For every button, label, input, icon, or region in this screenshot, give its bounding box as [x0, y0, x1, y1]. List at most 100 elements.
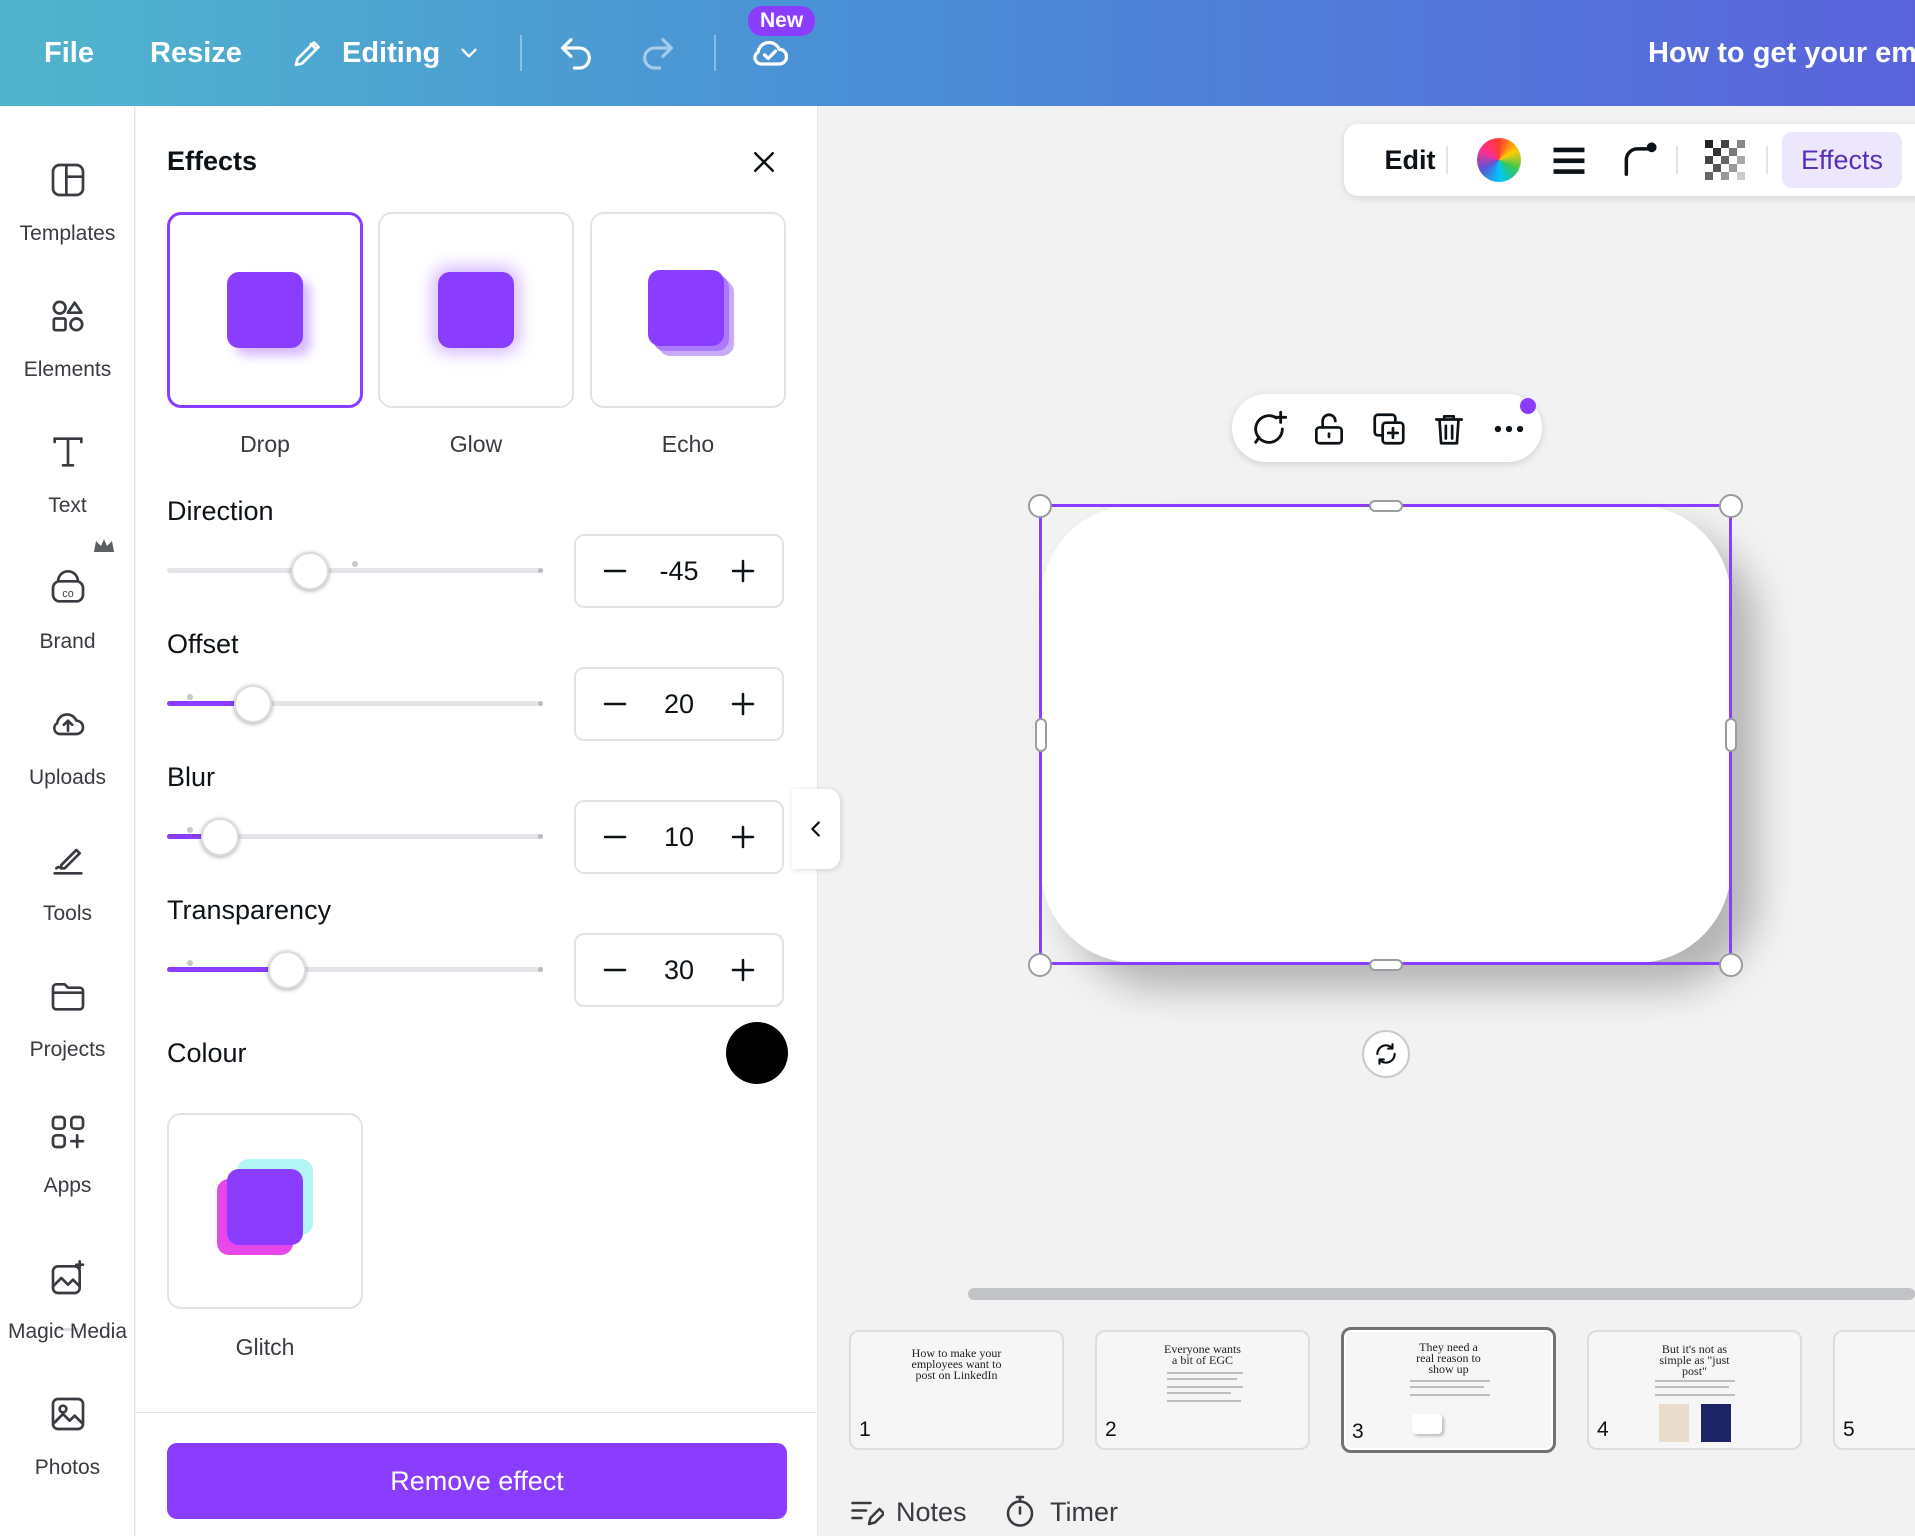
edit-button[interactable]: Edit — [1362, 124, 1458, 196]
sidebar-item-elements[interactable]: Elements — [0, 272, 135, 408]
effects-panel: Effects Drop Glow Echo Direction -45 Off… — [136, 106, 818, 1536]
resize-handle-bottom-left[interactable] — [1028, 953, 1052, 977]
effect-glitch-tile[interactable] — [167, 1113, 363, 1309]
transparency-stepper: 30 — [574, 933, 784, 1007]
rotate-icon — [1373, 1041, 1399, 1067]
undo-icon — [556, 33, 596, 73]
new-badge: New — [748, 6, 816, 36]
sidebar-item-apps[interactable]: Apps — [0, 1088, 135, 1224]
resize-handle-right[interactable] — [1725, 718, 1737, 752]
transparency-decrease-button[interactable] — [596, 951, 634, 989]
resize-handle-bottom[interactable] — [1369, 959, 1403, 971]
transparency-slider[interactable] — [167, 949, 543, 989]
direction-decrease-button[interactable] — [596, 552, 634, 590]
page-thumbnail-2[interactable]: Everyone wants a bit of EGC 2 — [1095, 1330, 1310, 1450]
direction-slider[interactable] — [167, 550, 543, 590]
offset-value[interactable]: 20 — [664, 689, 694, 720]
corner-rounding-button[interactable] — [1606, 124, 1672, 196]
resize-handle-top-left[interactable] — [1028, 494, 1052, 518]
svg-text:co: co — [62, 588, 73, 600]
magic-media-icon — [46, 1256, 90, 1300]
sidebar-item-photos[interactable]: Photos — [0, 1370, 135, 1506]
page-thumbnail-3[interactable]: They need a real reason to show up 3 — [1341, 1327, 1556, 1453]
notification-dot — [1520, 398, 1536, 414]
effects-button[interactable]: Effects — [1782, 132, 1902, 188]
blur-label: Blur — [167, 762, 216, 792]
offset-increase-button[interactable] — [724, 685, 762, 723]
tools-icon — [46, 838, 90, 882]
remove-effect-button[interactable]: Remove effect — [167, 1443, 787, 1519]
brand-icon: co — [46, 566, 90, 610]
collapse-panel-button[interactable] — [792, 789, 840, 869]
lock-button[interactable] — [1304, 404, 1354, 454]
color-picker-button[interactable] — [1466, 124, 1532, 196]
redo-button[interactable] — [638, 0, 678, 106]
resize-handle-bottom-right[interactable] — [1719, 953, 1743, 977]
effect-drop-tile[interactable] — [167, 212, 363, 408]
resize-handle-top[interactable] — [1369, 500, 1403, 512]
blur-increase-button[interactable] — [724, 818, 762, 856]
direction-increase-button[interactable] — [724, 552, 762, 590]
trash-icon — [1430, 410, 1468, 448]
page-thumbnail-5[interactable]: 5 — [1833, 1330, 1915, 1450]
effect-echo-tile[interactable] — [590, 212, 786, 408]
element-toolbar: Edit Effects — [1344, 124, 1915, 196]
close-panel-button[interactable] — [744, 142, 784, 182]
blur-stepper: 10 — [574, 800, 784, 874]
page-thumbnail-4[interactable]: But it's not as simple as "just post" 4 — [1587, 1330, 1802, 1450]
sidebar-item-templates[interactable]: Templates — [0, 136, 135, 272]
sidebar-item-projects[interactable]: Projects — [0, 952, 135, 1088]
duplicate-button[interactable] — [1364, 404, 1414, 454]
resize-handle-top-right[interactable] — [1719, 494, 1743, 518]
thumbnail-image — [1701, 1404, 1731, 1442]
apps-icon — [46, 1110, 90, 1154]
elements-icon — [46, 294, 90, 338]
offset-slider[interactable] — [167, 683, 543, 723]
border-style-button[interactable] — [1536, 124, 1602, 196]
cloud-check-icon — [748, 31, 792, 75]
transparency-button[interactable] — [1692, 124, 1758, 196]
effect-glow-tile[interactable] — [378, 212, 574, 408]
undo-button[interactable] — [556, 0, 596, 106]
comment-plus-icon — [1249, 409, 1289, 449]
direction-value[interactable]: -45 — [659, 556, 698, 587]
blur-slider[interactable] — [167, 816, 543, 856]
offset-label: Offset — [167, 629, 239, 659]
selected-rounded-rectangle[interactable] — [1041, 505, 1731, 963]
editing-mode-dropdown[interactable]: Editing — [290, 0, 482, 106]
delete-button[interactable] — [1424, 404, 1474, 454]
topbar-divider — [714, 35, 716, 71]
sidebar-item-uploads[interactable]: Uploads — [0, 680, 135, 816]
timer-button[interactable]: Timer — [1002, 1490, 1118, 1534]
transparency-value[interactable]: 30 — [664, 955, 694, 986]
document-title[interactable]: How to get your emp — [1648, 0, 1915, 106]
sidebar-item-tools[interactable]: Tools — [0, 816, 135, 952]
blur-decrease-button[interactable] — [596, 818, 634, 856]
add-comment-button[interactable] — [1244, 404, 1294, 454]
file-menu[interactable]: File — [44, 0, 94, 106]
top-bar: File Resize Editing New How to get your … — [0, 0, 1915, 106]
sidebar-label: Elements — [23, 358, 112, 381]
topbar-divider — [520, 35, 522, 71]
plus-icon — [728, 556, 758, 586]
offset-decrease-button[interactable] — [596, 685, 634, 723]
sidebar-label: Brand — [39, 630, 96, 653]
colour-swatch[interactable] — [726, 1022, 788, 1084]
transparency-increase-button[interactable] — [724, 951, 762, 989]
page-thumbnail-1[interactable]: How to make your employees want to post … — [849, 1330, 1064, 1450]
rotate-handle[interactable] — [1362, 1030, 1410, 1078]
sidebar-item-magic-media[interactable]: Magic Media — [0, 1234, 135, 1370]
sidebar-label: Apps — [43, 1174, 92, 1197]
horizontal-scrollbar[interactable] — [968, 1288, 1915, 1300]
notes-button[interactable]: Notes — [848, 1490, 967, 1534]
left-sidebar: Templates Elements Text co Brand Uploads… — [0, 106, 135, 1536]
drop-preview — [227, 272, 303, 348]
toolbar-divider — [1676, 146, 1678, 174]
resize-button[interactable]: Resize — [150, 0, 242, 106]
sidebar-item-text[interactable]: Text — [0, 408, 135, 544]
sidebar-item-brand[interactable]: co Brand — [0, 544, 135, 680]
blur-value[interactable]: 10 — [664, 822, 694, 853]
sidebar-label: Tools — [42, 902, 93, 925]
more-dots-icon — [1490, 410, 1528, 448]
resize-handle-left[interactable] — [1035, 718, 1047, 752]
